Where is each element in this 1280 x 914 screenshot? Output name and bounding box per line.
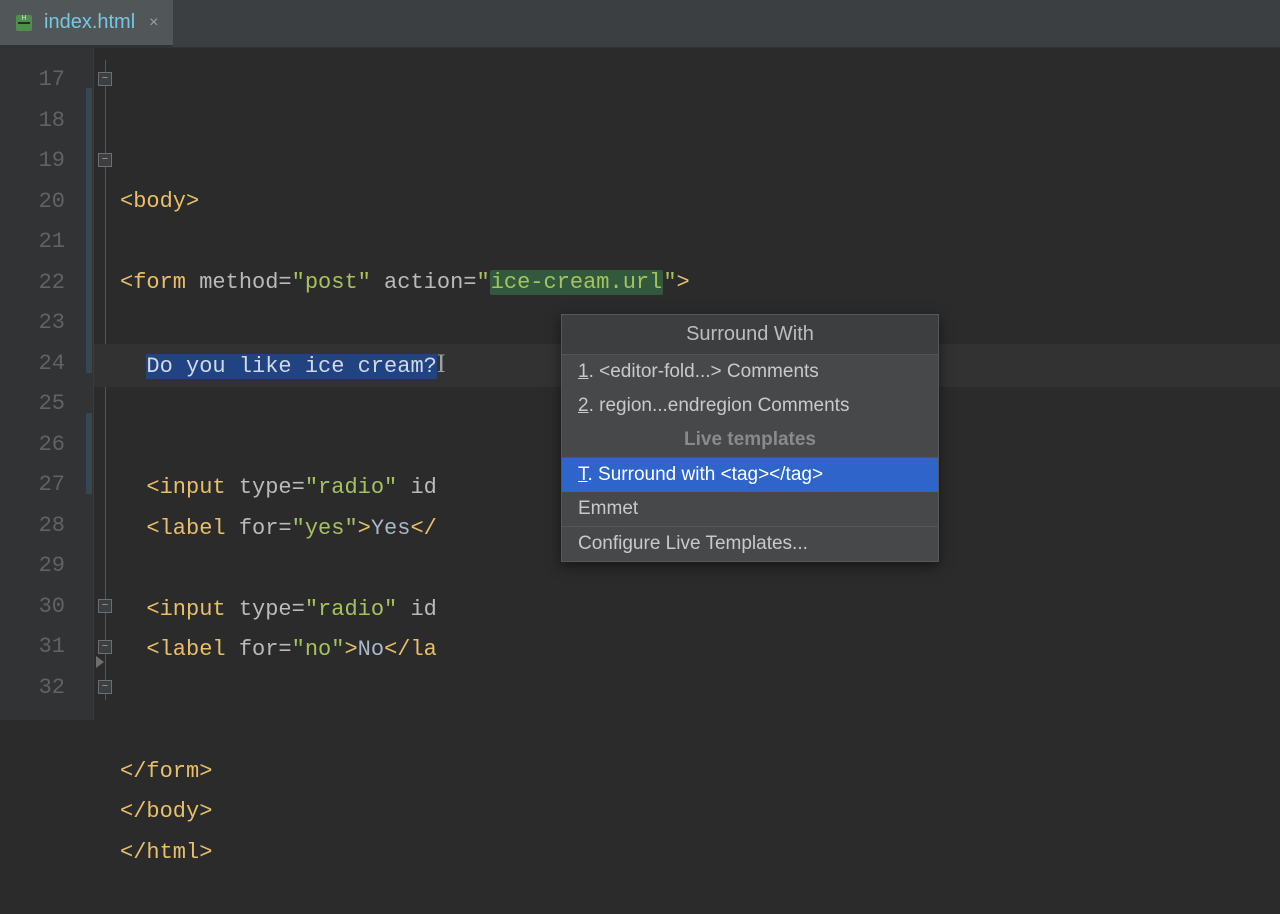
popup-item-configure[interactable]: Configure Live Templates...	[562, 527, 938, 561]
code-token: <body>	[120, 189, 199, 214]
code-token: </body>	[120, 799, 212, 824]
code-token: "radio"	[305, 597, 397, 622]
code-token: <label	[146, 516, 225, 541]
tab-filename: index.html	[44, 11, 135, 34]
close-tab-icon[interactable]: ×	[149, 14, 158, 32]
code-token: id	[397, 475, 437, 500]
text-caret-icon: I	[437, 349, 446, 378]
code-token: method=	[186, 270, 292, 295]
code-token: >	[358, 516, 371, 541]
popup-item-editor-fold[interactable]: 1. <editor-fold...> Comments	[562, 355, 938, 389]
code-token: "post"	[292, 270, 371, 295]
editor-tab[interactable]: H index.html ×	[0, 0, 173, 47]
selected-text: Do you like ice cream?	[146, 354, 436, 379]
code-token: ice-cream.url	[490, 270, 664, 295]
code-token: </	[410, 516, 436, 541]
code-token: <form	[120, 270, 186, 295]
code-token: </form>	[120, 759, 212, 784]
code-token: >	[344, 637, 357, 662]
popup-item-emmet[interactable]: Emmet	[562, 492, 938, 526]
code-token: "yes"	[292, 516, 358, 541]
code-token: action=	[371, 270, 477, 295]
code-token: "	[663, 270, 676, 295]
code-token: for=	[226, 637, 292, 662]
html-file-icon: H	[14, 13, 34, 33]
line-number-gutter: 17 18 19 20 21 22 23 24 25 26 27 28 29 3…	[0, 48, 94, 720]
popup-section-label: Live templates	[562, 423, 938, 457]
surround-with-popup: Surround With 1. <editor-fold...> Commen…	[561, 314, 939, 562]
code-token: >	[677, 270, 690, 295]
code-editor[interactable]: 17 18 19 20 21 22 23 24 25 26 27 28 29 3…	[0, 48, 1280, 720]
code-token: <label	[146, 637, 225, 662]
code-token: No	[358, 637, 384, 662]
code-token: "	[476, 270, 489, 295]
svg-text:H: H	[21, 15, 26, 22]
code-token: </html>	[120, 840, 212, 865]
popup-item-region[interactable]: 2. region...endregion Comments	[562, 389, 938, 423]
code-token: for=	[226, 516, 292, 541]
code-token: <input	[146, 475, 225, 500]
code-token: "no"	[292, 637, 345, 662]
code-token: Yes	[371, 516, 411, 541]
code-token: type=	[226, 597, 305, 622]
code-token: </la	[384, 637, 437, 662]
code-token: <input	[146, 597, 225, 622]
tab-bar: H index.html ×	[0, 0, 1280, 48]
code-token: "radio"	[305, 475, 397, 500]
popup-item-surround-tag[interactable]: T. Surround with <tag></tag>	[562, 458, 938, 492]
code-token: id	[397, 597, 437, 622]
popup-title: Surround With	[562, 315, 938, 355]
code-token: type=	[226, 475, 305, 500]
